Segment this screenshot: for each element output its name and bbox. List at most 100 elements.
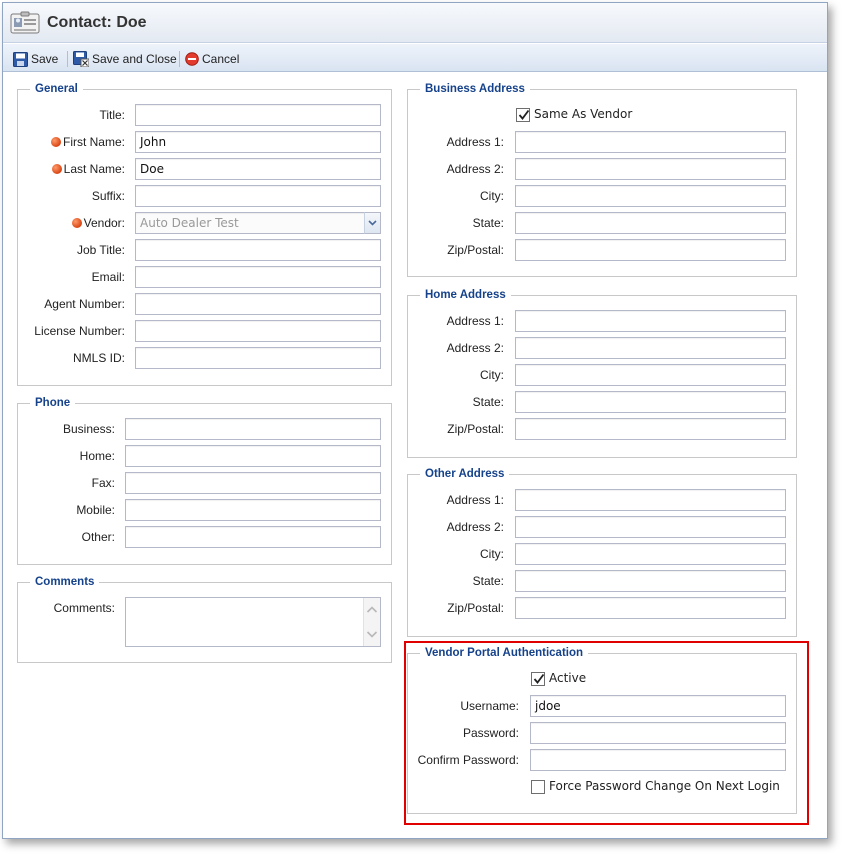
vendor-dropdown-trigger[interactable] — [364, 212, 381, 234]
phone-legend: Phone — [35, 397, 71, 409]
general-legend: General — [35, 83, 78, 95]
toolbar: Save Save and Close Cancel — [3, 44, 827, 72]
nmls-id-input[interactable] — [135, 347, 381, 369]
home-city-input[interactable] — [515, 364, 786, 386]
first-name-label: First Name: — [17, 131, 125, 153]
cancel-label: Cancel — [202, 52, 240, 66]
nmls-id-label: NMLS ID: — [72, 351, 125, 365]
other-state-input[interactable] — [515, 570, 786, 592]
business-address-legend: Business Address — [425, 83, 525, 95]
fax-label: Fax: — [91, 476, 115, 490]
agent-number-label: Agent Number: — [44, 297, 125, 311]
business-city-label: City: — [480, 189, 504, 203]
active-label: Active — [549, 671, 587, 685]
password-input[interactable] — [530, 722, 786, 744]
vendor-combo-input[interactable]: Auto Dealer Test — [135, 212, 365, 234]
other-address2-input[interactable] — [515, 516, 786, 538]
home-zip-label: Zip/Postal: — [447, 422, 504, 436]
job-title-input[interactable] — [135, 239, 381, 261]
license-number-label: License Number: — [34, 324, 125, 338]
business-address1-input[interactable] — [515, 131, 786, 153]
business-address2-label: Address 2: — [446, 162, 504, 176]
save-label: Save — [31, 52, 59, 66]
home-zip-input[interactable] — [515, 418, 786, 440]
last-name-input[interactable]: Doe — [135, 158, 381, 180]
email-input[interactable] — [135, 266, 381, 288]
other-city-label: City: — [480, 547, 504, 561]
other-zip-label: Zip/Postal: — [447, 601, 504, 615]
suffix-label: Suffix: — [91, 189, 125, 203]
same-as-vendor-checkbox[interactable] — [516, 108, 530, 122]
business-zip-label: Zip/Postal: — [447, 243, 504, 257]
required-icon — [50, 137, 61, 147]
other-address1-label: Address 1: — [446, 493, 504, 507]
toolbar-separator — [179, 51, 180, 67]
other-address1-input[interactable] — [515, 489, 786, 511]
other-address2-label: Address 2: — [446, 520, 504, 534]
username-input[interactable]: jdoe — [530, 695, 786, 717]
other-phone-input[interactable] — [125, 526, 381, 548]
confirm-password-input[interactable] — [530, 749, 786, 771]
business-state-label: State: — [472, 216, 504, 230]
first-name-input[interactable]: John — [135, 131, 381, 153]
cancel-button[interactable]: Cancel — [185, 50, 239, 68]
other-state-label: State: — [472, 574, 504, 588]
checkmark-icon — [518, 109, 530, 120]
other-address-legend: Other Address — [425, 468, 505, 480]
business-zip-input[interactable] — [515, 239, 786, 261]
cancel-icon — [185, 52, 199, 66]
comments-textarea[interactable] — [125, 597, 381, 647]
mobile-phone-label: Mobile: — [76, 503, 115, 517]
home-address2-input[interactable] — [515, 337, 786, 359]
agent-number-input[interactable] — [135, 293, 381, 315]
business-phone-input[interactable] — [125, 418, 381, 440]
contact-window: Contact: Doe Save Save and Close Cancel … — [2, 2, 828, 839]
other-zip-input[interactable] — [515, 597, 786, 619]
business-phone-label: Business: — [62, 422, 115, 436]
comments-scrollbar[interactable] — [363, 598, 380, 646]
comments-legend: Comments — [35, 576, 95, 588]
force-password-change-label: Force Password Change On Next Login — [549, 779, 780, 793]
same-as-vendor-label: Same As Vendor — [534, 107, 633, 121]
home-address-legend: Home Address — [425, 289, 506, 301]
business-city-input[interactable] — [515, 185, 786, 207]
chevron-down-icon — [368, 220, 377, 226]
save-and-close-label: Save and Close — [92, 52, 177, 66]
home-address1-label: Address 1: — [446, 314, 504, 328]
save-button[interactable]: Save — [13, 50, 58, 68]
floppy-disk-icon — [13, 51, 28, 67]
other-city-input[interactable] — [515, 543, 786, 565]
scroll-arrows-icon — [366, 606, 378, 638]
home-state-input[interactable] — [515, 391, 786, 413]
business-state-input[interactable] — [515, 212, 786, 234]
mobile-phone-input[interactable] — [125, 499, 381, 521]
required-icon — [51, 164, 62, 174]
home-city-label: City: — [480, 368, 504, 382]
home-phone-input[interactable] — [125, 445, 381, 467]
window-title: Contact: Doe — [47, 14, 147, 31]
business-address1-label: Address 1: — [446, 135, 504, 149]
suffix-input[interactable] — [135, 185, 381, 207]
license-number-input[interactable] — [135, 320, 381, 342]
home-address1-input[interactable] — [515, 310, 786, 332]
email-label: Email: — [91, 270, 125, 284]
business-address2-input[interactable] — [515, 158, 786, 180]
title-bar: Contact: Doe — [3, 3, 827, 43]
other-phone-label: Other: — [81, 530, 115, 544]
title-input[interactable] — [135, 104, 381, 126]
active-checkbox[interactable] — [531, 672, 545, 686]
required-icon — [71, 218, 82, 228]
checkmark-icon — [533, 673, 545, 684]
password-label: Password: — [462, 726, 519, 740]
username-label: Username: — [460, 699, 519, 713]
fax-input[interactable] — [125, 472, 381, 494]
contact-card-icon — [10, 11, 40, 34]
title-label: Title: — [99, 108, 125, 122]
last-name-label: Last Name: — [17, 158, 125, 180]
vendor-label: Vendor: — [17, 212, 125, 234]
force-password-change-checkbox[interactable] — [531, 780, 545, 794]
vendor-portal-legend: Vendor Portal Authentication — [425, 647, 584, 659]
home-state-label: State: — [472, 395, 504, 409]
home-phone-label: Home: — [79, 449, 115, 463]
save-and-close-button[interactable]: Save and Close — [73, 50, 177, 68]
